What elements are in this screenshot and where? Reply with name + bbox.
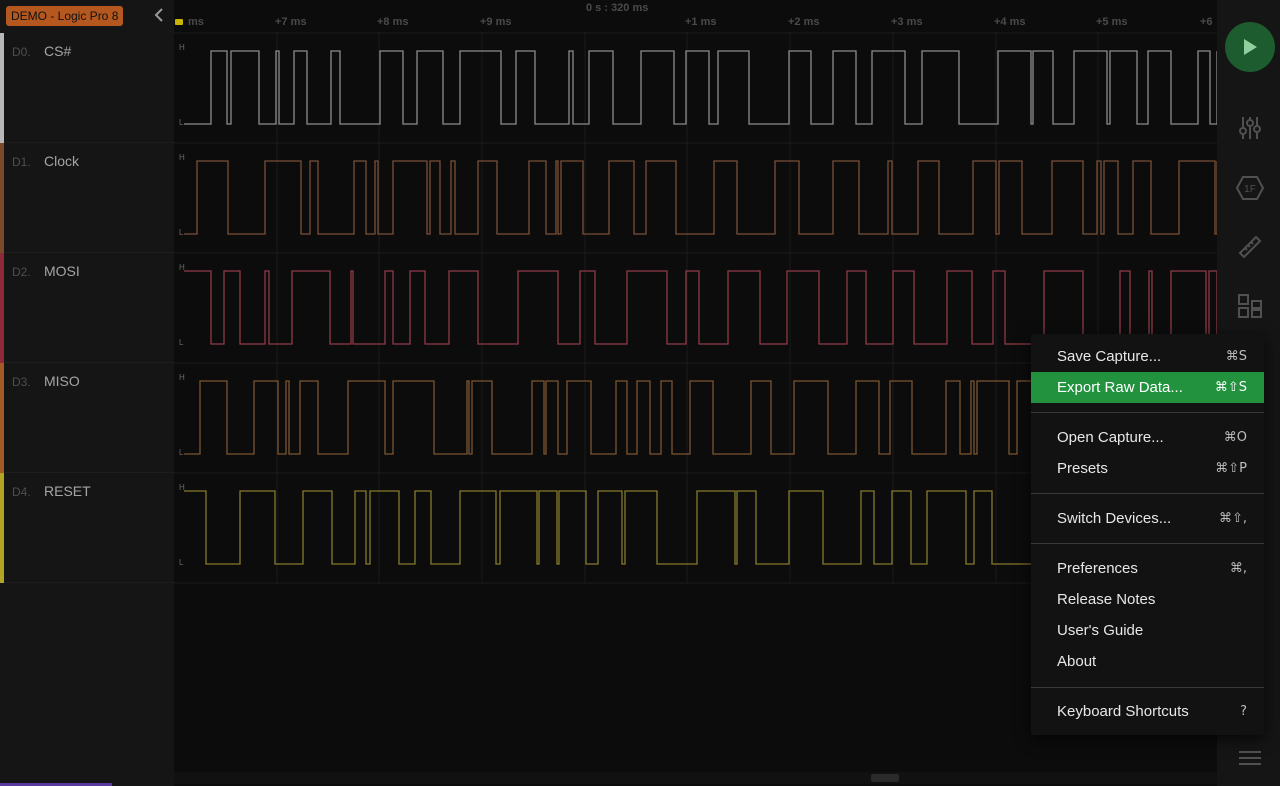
menu-item-save-capture[interactable]: Save Capture... ⌘S	[1031, 341, 1264, 372]
channel-index: D4.	[12, 485, 31, 499]
menu-divider	[1031, 687, 1264, 688]
waveform-trace	[184, 50, 1217, 125]
channel-name[interactable]: MISO	[44, 373, 80, 389]
menu-item-keyboard-shortcuts[interactable]: Keyboard Shortcuts ?	[1031, 696, 1264, 727]
menu-item-label: Keyboard Shortcuts	[1057, 703, 1189, 720]
channel-name[interactable]: CS#	[44, 43, 71, 59]
start-capture-button[interactable]	[1225, 22, 1275, 72]
time-tick-label: +5 ms	[1096, 16, 1128, 28]
collapse-panel-button[interactable]	[150, 5, 168, 25]
channel-row-d3[interactable]: D3. MISO	[0, 363, 174, 473]
time-ruler[interactable]: 0 s : 320 ms ms +7 ms +8 ms +9 ms +1 ms …	[174, 0, 1217, 32]
channel-color-strip	[0, 253, 4, 363]
extensions-icon	[1238, 294, 1262, 318]
channel-row-d0[interactable]: D0. CS#	[0, 33, 174, 143]
menu-item-switch-devices[interactable]: Switch Devices... ⌘⇧,	[1031, 503, 1264, 534]
analyzers-button[interactable]	[1231, 110, 1269, 146]
menu-item-label: Release Notes	[1057, 591, 1156, 608]
time-tick-label: +4 ms	[994, 16, 1026, 28]
extensions-button[interactable]	[1231, 288, 1269, 324]
play-icon	[1244, 39, 1257, 55]
channel-color-strip	[0, 473, 4, 583]
main-menu-dropdown: Save Capture... ⌘S Export Raw Data... ⌘⇧…	[1031, 334, 1264, 735]
menu-item-users-guide[interactable]: User's Guide	[1031, 615, 1264, 646]
menu-item-label: Export Raw Data...	[1057, 379, 1183, 396]
waveform-trace	[184, 160, 1217, 235]
hex-1f-text: 1F	[1244, 184, 1256, 195]
menu-item-open-capture[interactable]: Open Capture... ⌘O	[1031, 422, 1264, 453]
menu-item-export-raw-data[interactable]: Export Raw Data... ⌘⇧S	[1031, 372, 1264, 403]
menu-item-label: Preferences	[1057, 560, 1138, 577]
channel-color-strip	[0, 33, 4, 143]
channel-name[interactable]: Clock	[44, 153, 79, 169]
measurements-button[interactable]	[1231, 229, 1269, 265]
menu-item-shortcut: ?	[1240, 704, 1247, 719]
trigger-marker[interactable]	[175, 19, 183, 25]
time-tick-label: ms	[188, 16, 204, 28]
level-high-label: H	[179, 373, 185, 382]
hex-1f-icon: 1F	[1236, 176, 1264, 200]
scrollbar-thumb[interactable]	[871, 774, 899, 782]
channel-index: D3.	[12, 375, 31, 389]
menu-item-label: Switch Devices...	[1057, 510, 1172, 527]
menu-item-label: About	[1057, 653, 1097, 670]
ruler-icon	[1238, 235, 1262, 259]
menu-divider	[1031, 493, 1264, 494]
channel-name[interactable]: MOSI	[44, 263, 80, 279]
level-low-label: L	[179, 558, 184, 567]
menu-item-shortcut: ⌘⇧P	[1215, 461, 1247, 476]
channel-row-d2[interactable]: D2. MOSI	[0, 253, 174, 363]
level-high-label: H	[179, 43, 185, 52]
menu-item-shortcut: ⌘⇧,	[1218, 511, 1247, 526]
hamburger-menu-icon	[1239, 751, 1261, 765]
time-tick-label: +7 ms	[275, 16, 307, 28]
level-low-label: L	[179, 448, 184, 457]
center-time-label: 0 s : 320 ms	[586, 2, 649, 14]
time-tick-label: +6	[1200, 16, 1213, 28]
protocol-button[interactable]: 1F	[1231, 170, 1269, 206]
device-badge[interactable]: DEMO - Logic Pro 8	[6, 6, 124, 26]
channel-color-strip	[0, 143, 4, 253]
menu-divider	[1031, 543, 1264, 544]
menu-item-shortcut: ⌘S	[1225, 349, 1247, 364]
channel-color-strip	[0, 363, 4, 473]
channel-index: D1.	[12, 155, 31, 169]
chevron-left-icon	[154, 8, 163, 22]
channel-name[interactable]: RESET	[44, 483, 91, 499]
level-low-label: L	[179, 228, 184, 237]
channel-row-d4[interactable]: D4. RESET	[0, 473, 174, 583]
channel-index: D0.	[12, 45, 31, 59]
level-high-label: H	[179, 153, 185, 162]
menu-item-label: Open Capture...	[1057, 429, 1164, 446]
main-menu-button[interactable]	[1231, 740, 1269, 776]
menu-item-shortcut: ⌘O	[1223, 430, 1247, 445]
sliders-icon	[1239, 117, 1261, 139]
menu-item-preferences[interactable]: Preferences ⌘,	[1031, 553, 1264, 584]
time-tick-label: +8 ms	[377, 16, 409, 28]
horizontal-scrollbar[interactable]	[174, 772, 1217, 784]
menu-item-release-notes[interactable]: Release Notes	[1031, 584, 1264, 615]
time-tick-label: +1 ms	[685, 16, 717, 28]
menu-item-shortcut: ⌘,	[1229, 561, 1247, 576]
menu-item-label: Presets	[1057, 460, 1108, 477]
level-low-label: L	[179, 118, 184, 127]
channel-panel: DEMO - Logic Pro 8 D0. CS# D1. Clock D2.…	[0, 0, 174, 786]
menu-item-presets[interactable]: Presets ⌘⇧P	[1031, 453, 1264, 484]
time-tick-label: +3 ms	[891, 16, 923, 28]
menu-item-shortcut: ⌘⇧S	[1214, 380, 1247, 395]
menu-item-label: User's Guide	[1057, 622, 1144, 639]
menu-divider	[1031, 412, 1264, 413]
level-low-label: L	[179, 338, 184, 347]
menu-item-label: Save Capture...	[1057, 348, 1162, 365]
channel-row-d1[interactable]: D1. Clock	[0, 143, 174, 253]
time-tick-label: +9 ms	[480, 16, 512, 28]
time-tick-label: +2 ms	[788, 16, 820, 28]
channel-index: D2.	[12, 265, 31, 279]
menu-item-about[interactable]: About	[1031, 646, 1264, 677]
